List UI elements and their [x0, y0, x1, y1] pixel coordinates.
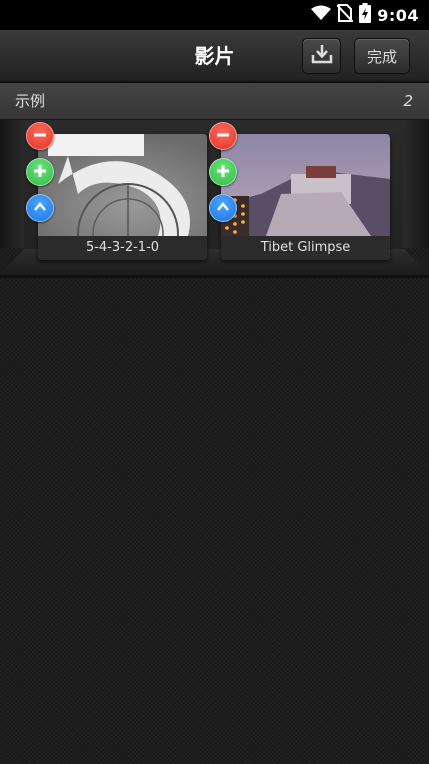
move-up-button[interactable]: [209, 194, 237, 222]
app-header: 影片 完成: [0, 30, 429, 83]
video-card-2[interactable]: Tibet Glimpse: [221, 134, 390, 260]
chevron-up-icon: [216, 199, 230, 218]
wifi-icon: [311, 5, 332, 25]
move-up-button[interactable]: [26, 194, 54, 222]
add-button[interactable]: [209, 158, 237, 186]
video-title: 5-4-3-2-1-0: [38, 236, 207, 260]
status-time: 9:04: [377, 5, 419, 25]
plus-icon: [33, 163, 47, 182]
download-icon: [311, 44, 333, 68]
status-bar: 9:04: [0, 0, 429, 30]
download-button[interactable]: [302, 38, 341, 74]
status-icons: 9:04: [311, 3, 419, 27]
shelf-edge: [0, 275, 429, 278]
section-header: 示例 2: [0, 83, 429, 120]
shelf-side-left: [0, 120, 24, 248]
no-sim-icon: [336, 4, 354, 26]
shelf-side-right: [404, 120, 429, 248]
video-thumbnail-tibet: [221, 134, 390, 236]
video-card-1[interactable]: 5-4-3-2-1-0: [38, 134, 207, 260]
minus-icon: [216, 127, 230, 146]
battery-charging-icon: [359, 3, 372, 27]
add-button[interactable]: [26, 158, 54, 186]
section-title: 示例: [15, 92, 46, 110]
section-count: 2: [403, 92, 413, 110]
done-button[interactable]: 完成: [354, 38, 410, 74]
video-thumbnail-countdown: [38, 134, 207, 260]
chevron-up-icon: [33, 199, 47, 218]
minus-icon: [33, 127, 47, 146]
delete-button[interactable]: [26, 122, 54, 150]
video-title: Tibet Glimpse: [221, 236, 390, 260]
delete-button[interactable]: [209, 122, 237, 150]
plus-icon: [216, 163, 230, 182]
